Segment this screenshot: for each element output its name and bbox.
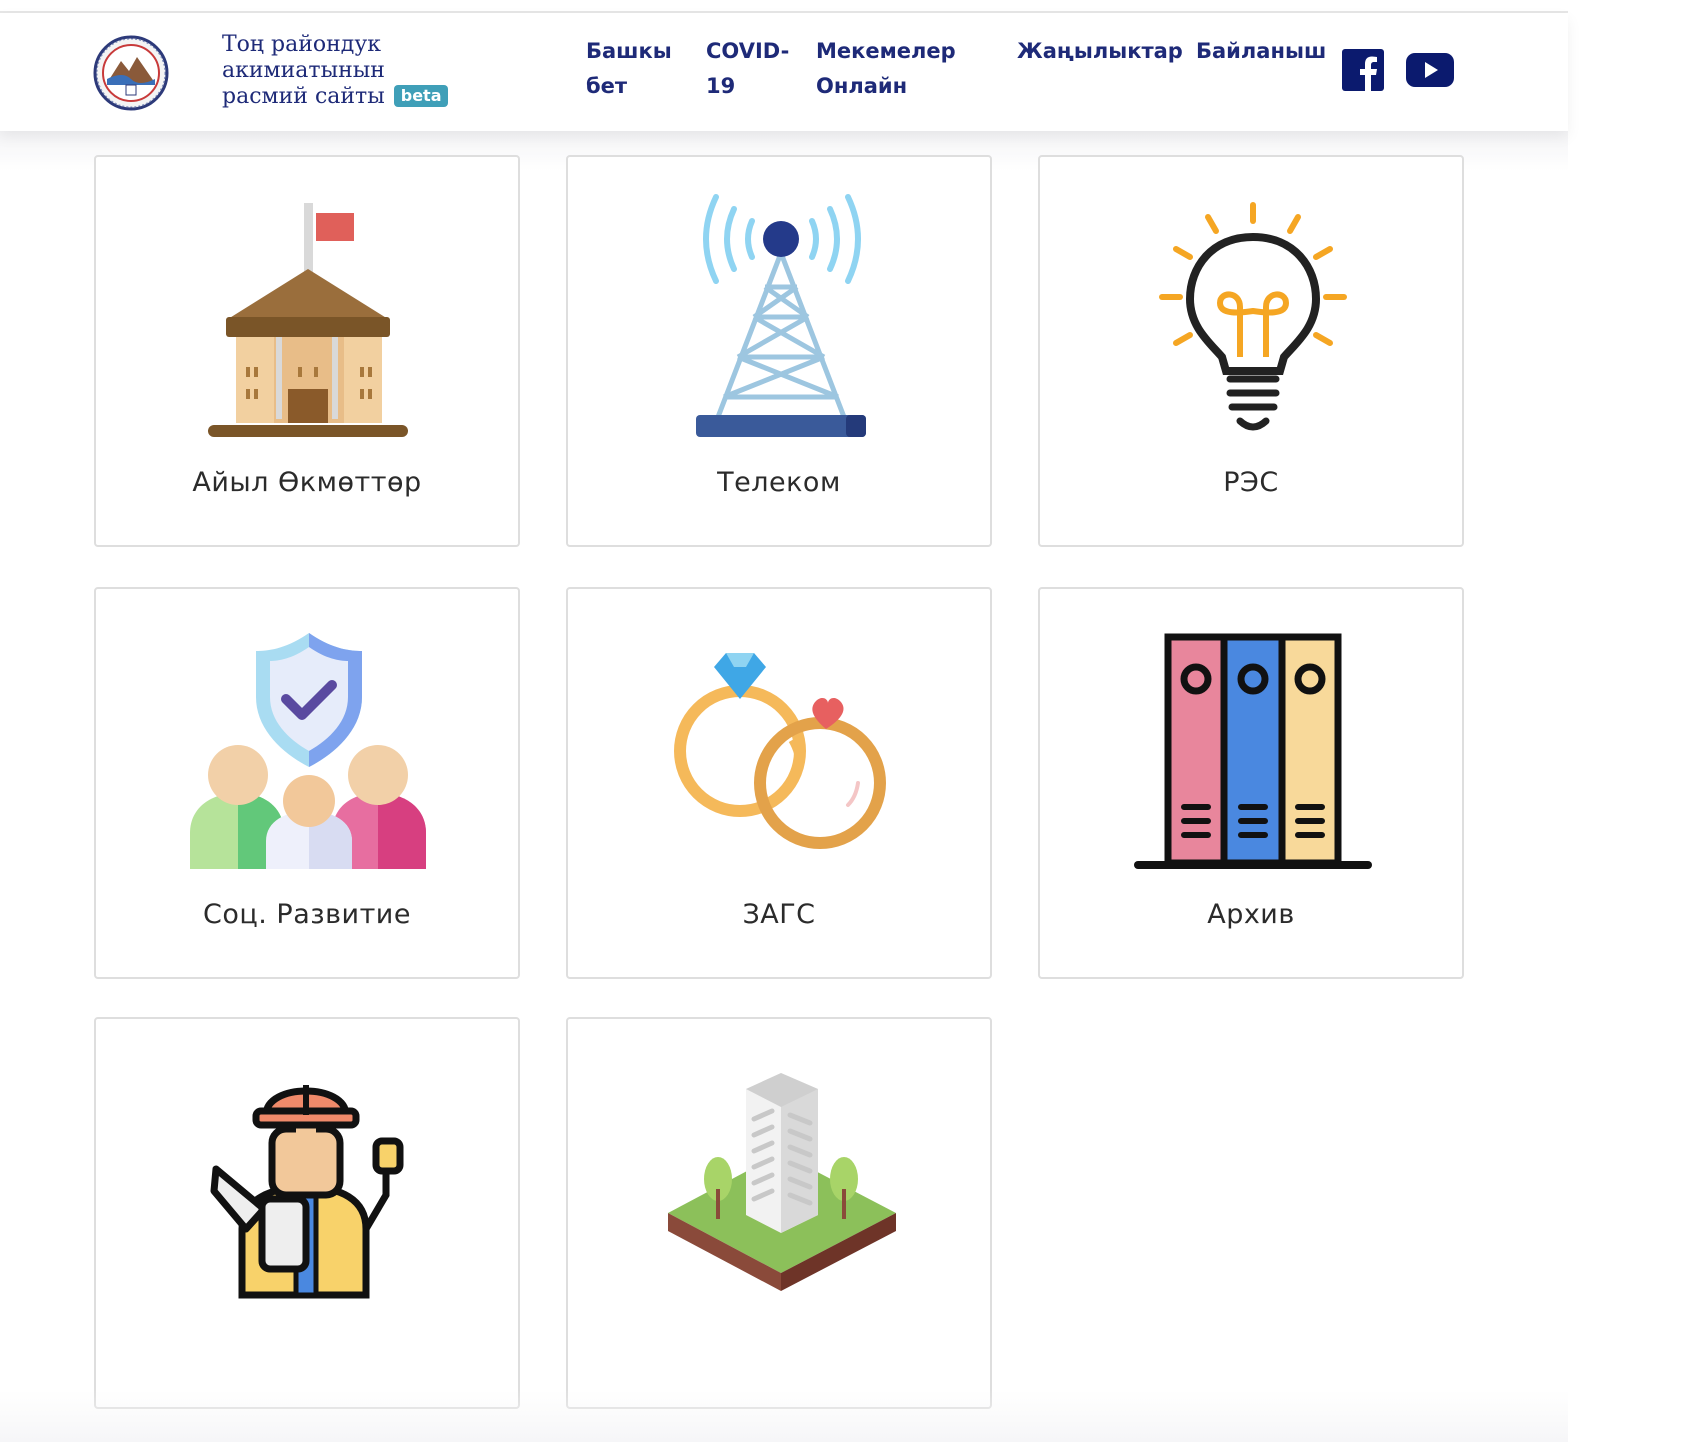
wedding-rings-icon <box>674 653 886 849</box>
youtube-icon[interactable] <box>1406 53 1454 87</box>
card-telecom[interactable]: Телеком <box>566 155 992 547</box>
nav-news[interactable]: Жаңылыктар <box>1017 34 1183 69</box>
lightbulb-icon <box>1159 202 1347 431</box>
nav-contact-label: Байланыш <box>1196 39 1327 63</box>
card-label: Айыл Өкмөттөр <box>192 467 422 498</box>
card-social-development[interactable]: Соц. Развитие <box>94 587 520 979</box>
building-plot-icon <box>668 1073 896 1291</box>
district-logo[interactable] <box>93 35 169 111</box>
nav-home-line1: Башкы <box>586 39 672 63</box>
archive-binders-icon <box>1134 633 1372 869</box>
card-zags[interactable]: ЗАГС <box>566 587 992 979</box>
government-building-icon <box>208 203 408 437</box>
nav-covid-line2: 19 <box>706 74 736 98</box>
nav-institutions-line1: Мекемелер <box>816 39 956 63</box>
nav-news-label: Жаңылыктар <box>1017 39 1183 63</box>
card-label: ЗАГС <box>742 899 816 930</box>
site-title-line3: расмий сайты <box>222 84 385 109</box>
nav-institutions-online[interactable]: Мекемелер Онлайн <box>816 34 956 104</box>
site-title-line1: Тоң райондук <box>222 32 382 57</box>
navbar: Тоң райондук акимиатынын расмий сайты be… <box>0 13 1568 131</box>
card-label: Телеком <box>717 467 841 498</box>
social-protection-icon <box>190 633 426 869</box>
nav-contact[interactable]: Байланыш <box>1196 34 1326 69</box>
card-label: Архив <box>1207 899 1295 930</box>
nav-institutions-line2: Онлайн <box>816 74 908 98</box>
card-ayil-okmottor[interactable]: Айыл Өкмөттөр <box>94 155 520 547</box>
card-label: Соц. Развитие <box>203 899 411 930</box>
nav-covid19[interactable]: COVID- 19 <box>706 34 789 104</box>
card-construction[interactable] <box>94 1017 520 1409</box>
facebook-icon[interactable] <box>1342 49 1384 91</box>
nav-home-line2: бет <box>586 74 628 98</box>
beta-badge: beta <box>393 85 449 107</box>
site-title-line2: акимиатынын <box>222 58 385 83</box>
card-buildings[interactable] <box>566 1017 992 1409</box>
nav-home[interactable]: Башкы бет <box>586 34 672 104</box>
card-res[interactable]: РЭС <box>1038 155 1464 547</box>
card-archive[interactable]: Архив <box>1038 587 1464 979</box>
construction-worker-icon <box>210 1085 404 1299</box>
site-title[interactable]: Тоң райондук акимиатынын расмий сайты be… <box>222 32 522 110</box>
card-label: РЭС <box>1223 467 1279 498</box>
nav-covid-line1: COVID- <box>706 39 790 63</box>
radio-tower-icon <box>696 194 866 437</box>
